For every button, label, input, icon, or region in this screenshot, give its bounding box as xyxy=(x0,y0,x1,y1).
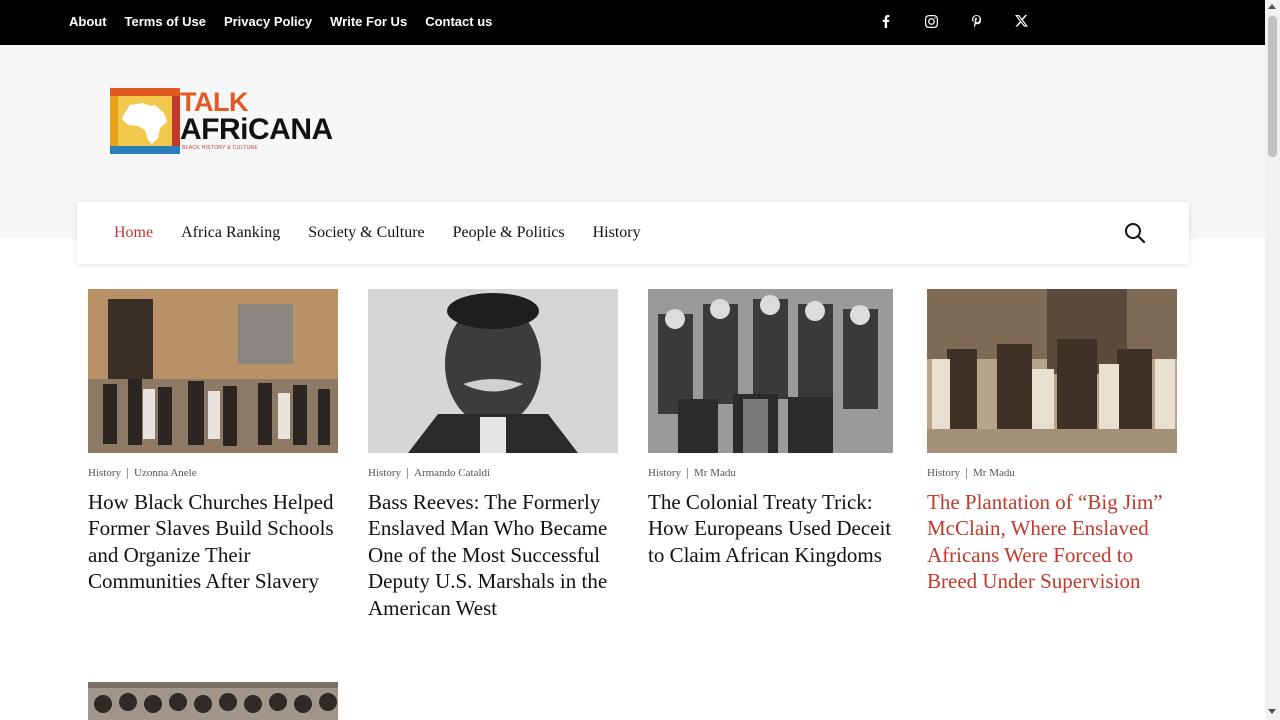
article-title[interactable]: The Plantation of “Big Jim” McClain, Whe… xyxy=(927,489,1177,595)
search-icon xyxy=(1125,223,1146,244)
article-category[interactable]: History xyxy=(368,467,401,479)
article-title[interactable]: Bass Reeves: The Formerly Enslaved Man W… xyxy=(368,489,618,621)
article-title[interactable]: The Colonial Treaty Trick: How Europeans… xyxy=(648,489,893,568)
nav-item-home[interactable]: Home xyxy=(114,224,153,242)
nav-item-society-culture[interactable]: Society & Culture xyxy=(308,224,424,242)
article-thumbnail[interactable] xyxy=(648,289,893,453)
article-category[interactable]: History xyxy=(927,467,960,479)
article-author[interactable]: Armando Cataldi xyxy=(414,467,490,479)
article-author[interactable]: Mr Madu xyxy=(973,467,1015,479)
article-thumbnail[interactable] xyxy=(927,289,1177,453)
main-nav: Home Africa Ranking Society & Culture Pe… xyxy=(77,202,1189,264)
article-author[interactable]: Uzonna Anele xyxy=(134,467,197,479)
nav-item-people-politics[interactable]: People & Politics xyxy=(453,224,565,242)
meta-divider xyxy=(966,467,967,479)
scroll-up-icon[interactable] xyxy=(1268,4,1276,9)
top-link-write[interactable]: Write For Us xyxy=(330,14,407,29)
africa-logo-icon xyxy=(110,88,180,154)
article-title[interactable]: How Black Churches Helped Former Slaves … xyxy=(88,489,338,595)
nav-items: Home Africa Ranking Society & Culture Pe… xyxy=(114,202,669,264)
scroll-thumb[interactable] xyxy=(1268,16,1277,157)
top-link-privacy[interactable]: Privacy Policy xyxy=(224,14,312,29)
article-thumbnail[interactable] xyxy=(368,289,618,453)
pinterest-icon[interactable] xyxy=(963,8,989,34)
article-meta: History Uzonna Anele xyxy=(88,466,338,480)
facebook-icon[interactable] xyxy=(873,8,899,34)
nav-item-history[interactable]: History xyxy=(593,224,641,242)
instagram-icon[interactable] xyxy=(918,8,944,34)
article-meta: History Mr Madu xyxy=(927,466,1177,480)
meta-divider xyxy=(687,467,688,479)
page-scrollbar[interactable] xyxy=(1265,0,1280,720)
nav-item-africa-ranking[interactable]: Africa Ranking xyxy=(181,224,280,242)
logo-tagline: BLACK HISTORY & CULTURE xyxy=(182,145,258,151)
article-thumbnail[interactable] xyxy=(88,289,338,453)
top-link-contact[interactable]: Contact us xyxy=(425,14,492,29)
article-card: History Armando Cataldi Bass Reeves: The… xyxy=(368,289,618,621)
article-card: History Mr Madu The Colonial Treaty Tric… xyxy=(648,289,893,568)
article-card: History Uzonna Anele How Black Churches … xyxy=(88,289,338,595)
article-card: History Mr Madu The Plantation of “Big J… xyxy=(927,289,1177,595)
meta-divider xyxy=(127,467,128,479)
article-meta: History Mr Madu xyxy=(648,466,893,480)
article-author[interactable]: Mr Madu xyxy=(694,467,736,479)
article-thumbnail[interactable] xyxy=(88,682,338,720)
scroll-down-icon[interactable] xyxy=(1268,709,1276,714)
x-icon[interactable] xyxy=(1008,8,1034,34)
site-logo[interactable]: TALK AFRiCANA BLACK HISTORY & CULTURE xyxy=(110,87,333,154)
article-meta: History Armando Cataldi xyxy=(368,466,618,480)
top-links: About Terms of Use Privacy Policy Write … xyxy=(69,0,510,42)
article-category[interactable]: History xyxy=(648,467,681,479)
top-link-terms[interactable]: Terms of Use xyxy=(125,14,206,29)
meta-divider xyxy=(407,467,408,479)
article-category[interactable]: History xyxy=(88,467,121,479)
search-button[interactable] xyxy=(1124,222,1146,244)
logo-line1: TALK xyxy=(180,87,248,117)
top-bar: About Terms of Use Privacy Policy Write … xyxy=(0,0,1265,45)
logo-line2: AFRiCANA xyxy=(180,113,333,146)
social-links xyxy=(873,0,1053,42)
top-link-about[interactable]: About xyxy=(69,14,107,29)
